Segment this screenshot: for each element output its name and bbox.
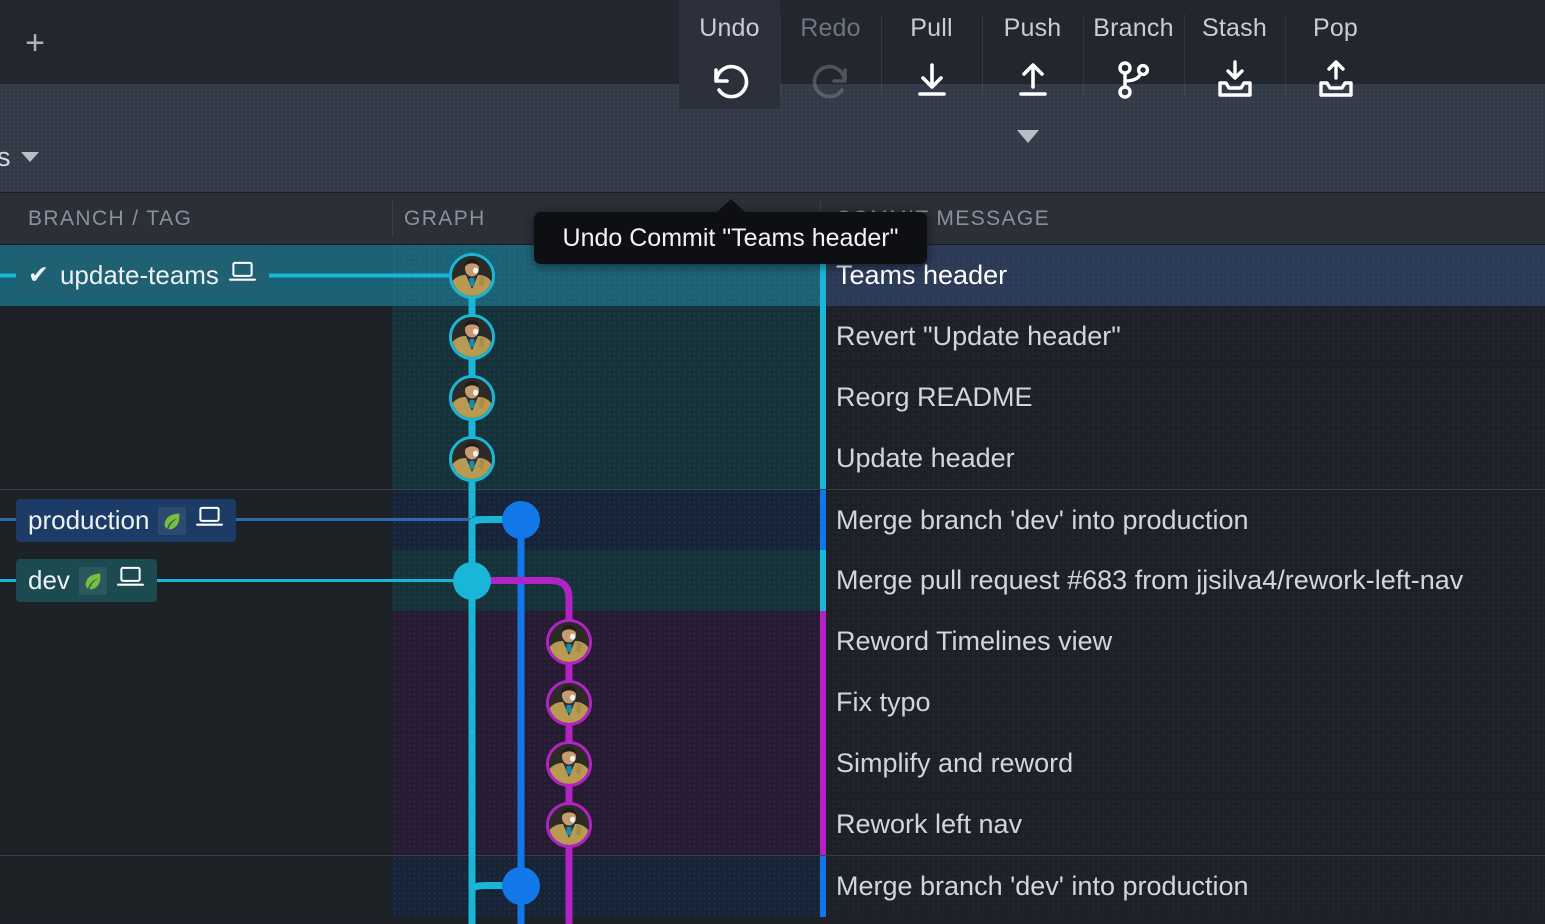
- row-graph-cell: [392, 490, 820, 551]
- branch-badge-label: update-teams: [60, 260, 219, 291]
- commit-author-avatar[interactable]: [546, 619, 592, 665]
- toolbar-separator: [780, 14, 781, 95]
- commit-author-avatar[interactable]: [449, 375, 495, 421]
- leaf-icon: [158, 507, 186, 535]
- row-graph-cell: [392, 672, 820, 733]
- undo-arrow-icon: [704, 53, 756, 105]
- branch-badge-dev[interactable]: dev: [16, 559, 157, 602]
- commit-message: Reorg README: [836, 367, 1033, 428]
- commit-author-avatar[interactable]: [449, 314, 495, 360]
- commit-message: Update header: [836, 428, 1015, 489]
- commit-row[interactable]: Revert "Update header": [0, 306, 1545, 367]
- commit-row[interactable]: Rework left nav: [0, 794, 1545, 855]
- toolbar-undo-button[interactable]: Undo: [679, 0, 780, 109]
- row-graph-cell: [392, 611, 820, 672]
- commit-message: Merge branch 'dev' into production: [836, 856, 1249, 917]
- toolbar-buttons: Undo Redo Pull Push Branch Stash Pop: [679, 0, 1386, 109]
- row-branch-cell: [0, 367, 392, 428]
- redo-arrow-icon: [805, 53, 857, 105]
- push-upload-icon: [1007, 53, 1059, 105]
- merge-commit-node[interactable]: [502, 501, 540, 539]
- git-client-window: + ns Undo Redo Pull Push Branch Stash Pop BRAN…: [0, 0, 1545, 924]
- stash-down-icon: [1209, 53, 1261, 105]
- commit-author-avatar[interactable]: [449, 253, 495, 299]
- row-graph-cell: [392, 733, 820, 794]
- branch-fork-icon: [1108, 53, 1160, 105]
- toolbar-branch-button[interactable]: Branch: [1083, 0, 1184, 109]
- commit-row[interactable]: Fix typo: [0, 672, 1545, 733]
- row-branch-cell: [0, 794, 392, 855]
- toolbar-pop-label: Pop: [1313, 14, 1358, 43]
- toolbar-separator: [1285, 14, 1286, 95]
- commit-row[interactable]: Reorg README: [0, 367, 1545, 428]
- branch-badge-label: dev: [28, 565, 70, 596]
- toolbar-redo-button[interactable]: Redo: [780, 0, 881, 109]
- commit-message: Fix typo: [836, 672, 931, 733]
- toolbar-separator: [982, 14, 983, 95]
- branch-badge-label: production: [28, 505, 149, 536]
- row-graph-cell: [392, 856, 820, 917]
- column-divider-1[interactable]: [392, 201, 393, 237]
- toolbar-stash-label: Stash: [1202, 14, 1267, 43]
- merge-commit-node[interactable]: [453, 562, 491, 600]
- new-tab-button[interactable]: +: [12, 22, 58, 66]
- toolbar-pull-button[interactable]: Pull: [881, 0, 982, 109]
- undo-tooltip: Undo Commit "Teams header": [534, 212, 927, 264]
- stash-pop-up-icon: [1310, 53, 1362, 105]
- repository-dropdown[interactable]: ns: [0, 135, 39, 179]
- pull-options-caret-icon[interactable]: [1017, 130, 1039, 143]
- toolbar-push-button[interactable]: Push: [982, 0, 1083, 109]
- row-graph-cell: [392, 794, 820, 855]
- row-branch-cell: [0, 672, 392, 733]
- row-branch-cell: [0, 733, 392, 794]
- row-message-cell: [826, 672, 1545, 733]
- toolbar-push-label: Push: [1004, 14, 1062, 43]
- tooltip-arrow: [716, 199, 746, 213]
- commit-message: Merge pull request #683 from jjsilva4/re…: [836, 550, 1463, 611]
- commit-row[interactable]: Merge branch 'dev' into production produc…: [0, 489, 1545, 550]
- commit-message: Rework left nav: [836, 794, 1022, 855]
- laptop-icon: [195, 505, 224, 536]
- column-header-branch-tag[interactable]: BRANCH / TAG: [28, 193, 192, 244]
- commit-row[interactable]: Reword Timelines view: [0, 611, 1545, 672]
- commit-list[interactable]: Teams header✔update-teamsRevert "Update …: [0, 245, 1545, 924]
- commit-author-avatar[interactable]: [449, 436, 495, 482]
- commit-message: Reword Timelines view: [836, 611, 1112, 672]
- commit-row[interactable]: Update header: [0, 428, 1545, 489]
- toolbar-pull-label: Pull: [910, 14, 953, 43]
- row-branch-cell: [0, 611, 392, 672]
- branch-badge-update-teams[interactable]: ✔ update-teams: [16, 254, 269, 297]
- column-header-graph[interactable]: GRAPH: [404, 193, 486, 244]
- commit-message: Merge branch 'dev' into production: [836, 490, 1249, 551]
- commit-author-avatar[interactable]: [546, 680, 592, 726]
- commit-author-avatar[interactable]: [546, 741, 592, 787]
- leaf-icon: [79, 567, 107, 595]
- repository-dropdown-label: ns: [0, 142, 11, 173]
- row-branch-cell: [0, 306, 392, 367]
- toolbar-pop-button[interactable]: Pop: [1285, 0, 1386, 109]
- laptop-icon: [116, 565, 145, 596]
- toolbar-separator: [881, 14, 882, 95]
- commit-message: Simplify and reword: [836, 733, 1073, 794]
- toolbar-redo-label: Redo: [800, 14, 861, 43]
- row-branch-cell: [0, 428, 392, 489]
- chevron-down-icon: [21, 152, 39, 162]
- checkmark-icon: ✔: [28, 263, 49, 288]
- commit-row[interactable]: Merge branch 'dev' into production: [0, 855, 1545, 916]
- row-branch-cell: [0, 856, 392, 917]
- commit-row[interactable]: Simplify and reword: [0, 733, 1545, 794]
- merge-commit-node[interactable]: [502, 867, 540, 905]
- pull-download-icon: [906, 53, 958, 105]
- toolbar-separator: [1184, 14, 1185, 95]
- toolbar-undo-label: Undo: [699, 14, 760, 43]
- laptop-icon: [228, 260, 257, 291]
- commit-author-avatar[interactable]: [546, 802, 592, 848]
- toolbar-branch-label: Branch: [1093, 14, 1173, 43]
- commit-message: Revert "Update header": [836, 306, 1121, 367]
- toolbar-stash-button[interactable]: Stash: [1184, 0, 1285, 109]
- undo-tooltip-text: Undo Commit "Teams header": [563, 224, 899, 253]
- toolbar-separator: [1083, 14, 1084, 95]
- commit-row[interactable]: Merge pull request #683 from jjsilva4/re…: [0, 550, 1545, 611]
- branch-badge-production[interactable]: production: [16, 499, 236, 542]
